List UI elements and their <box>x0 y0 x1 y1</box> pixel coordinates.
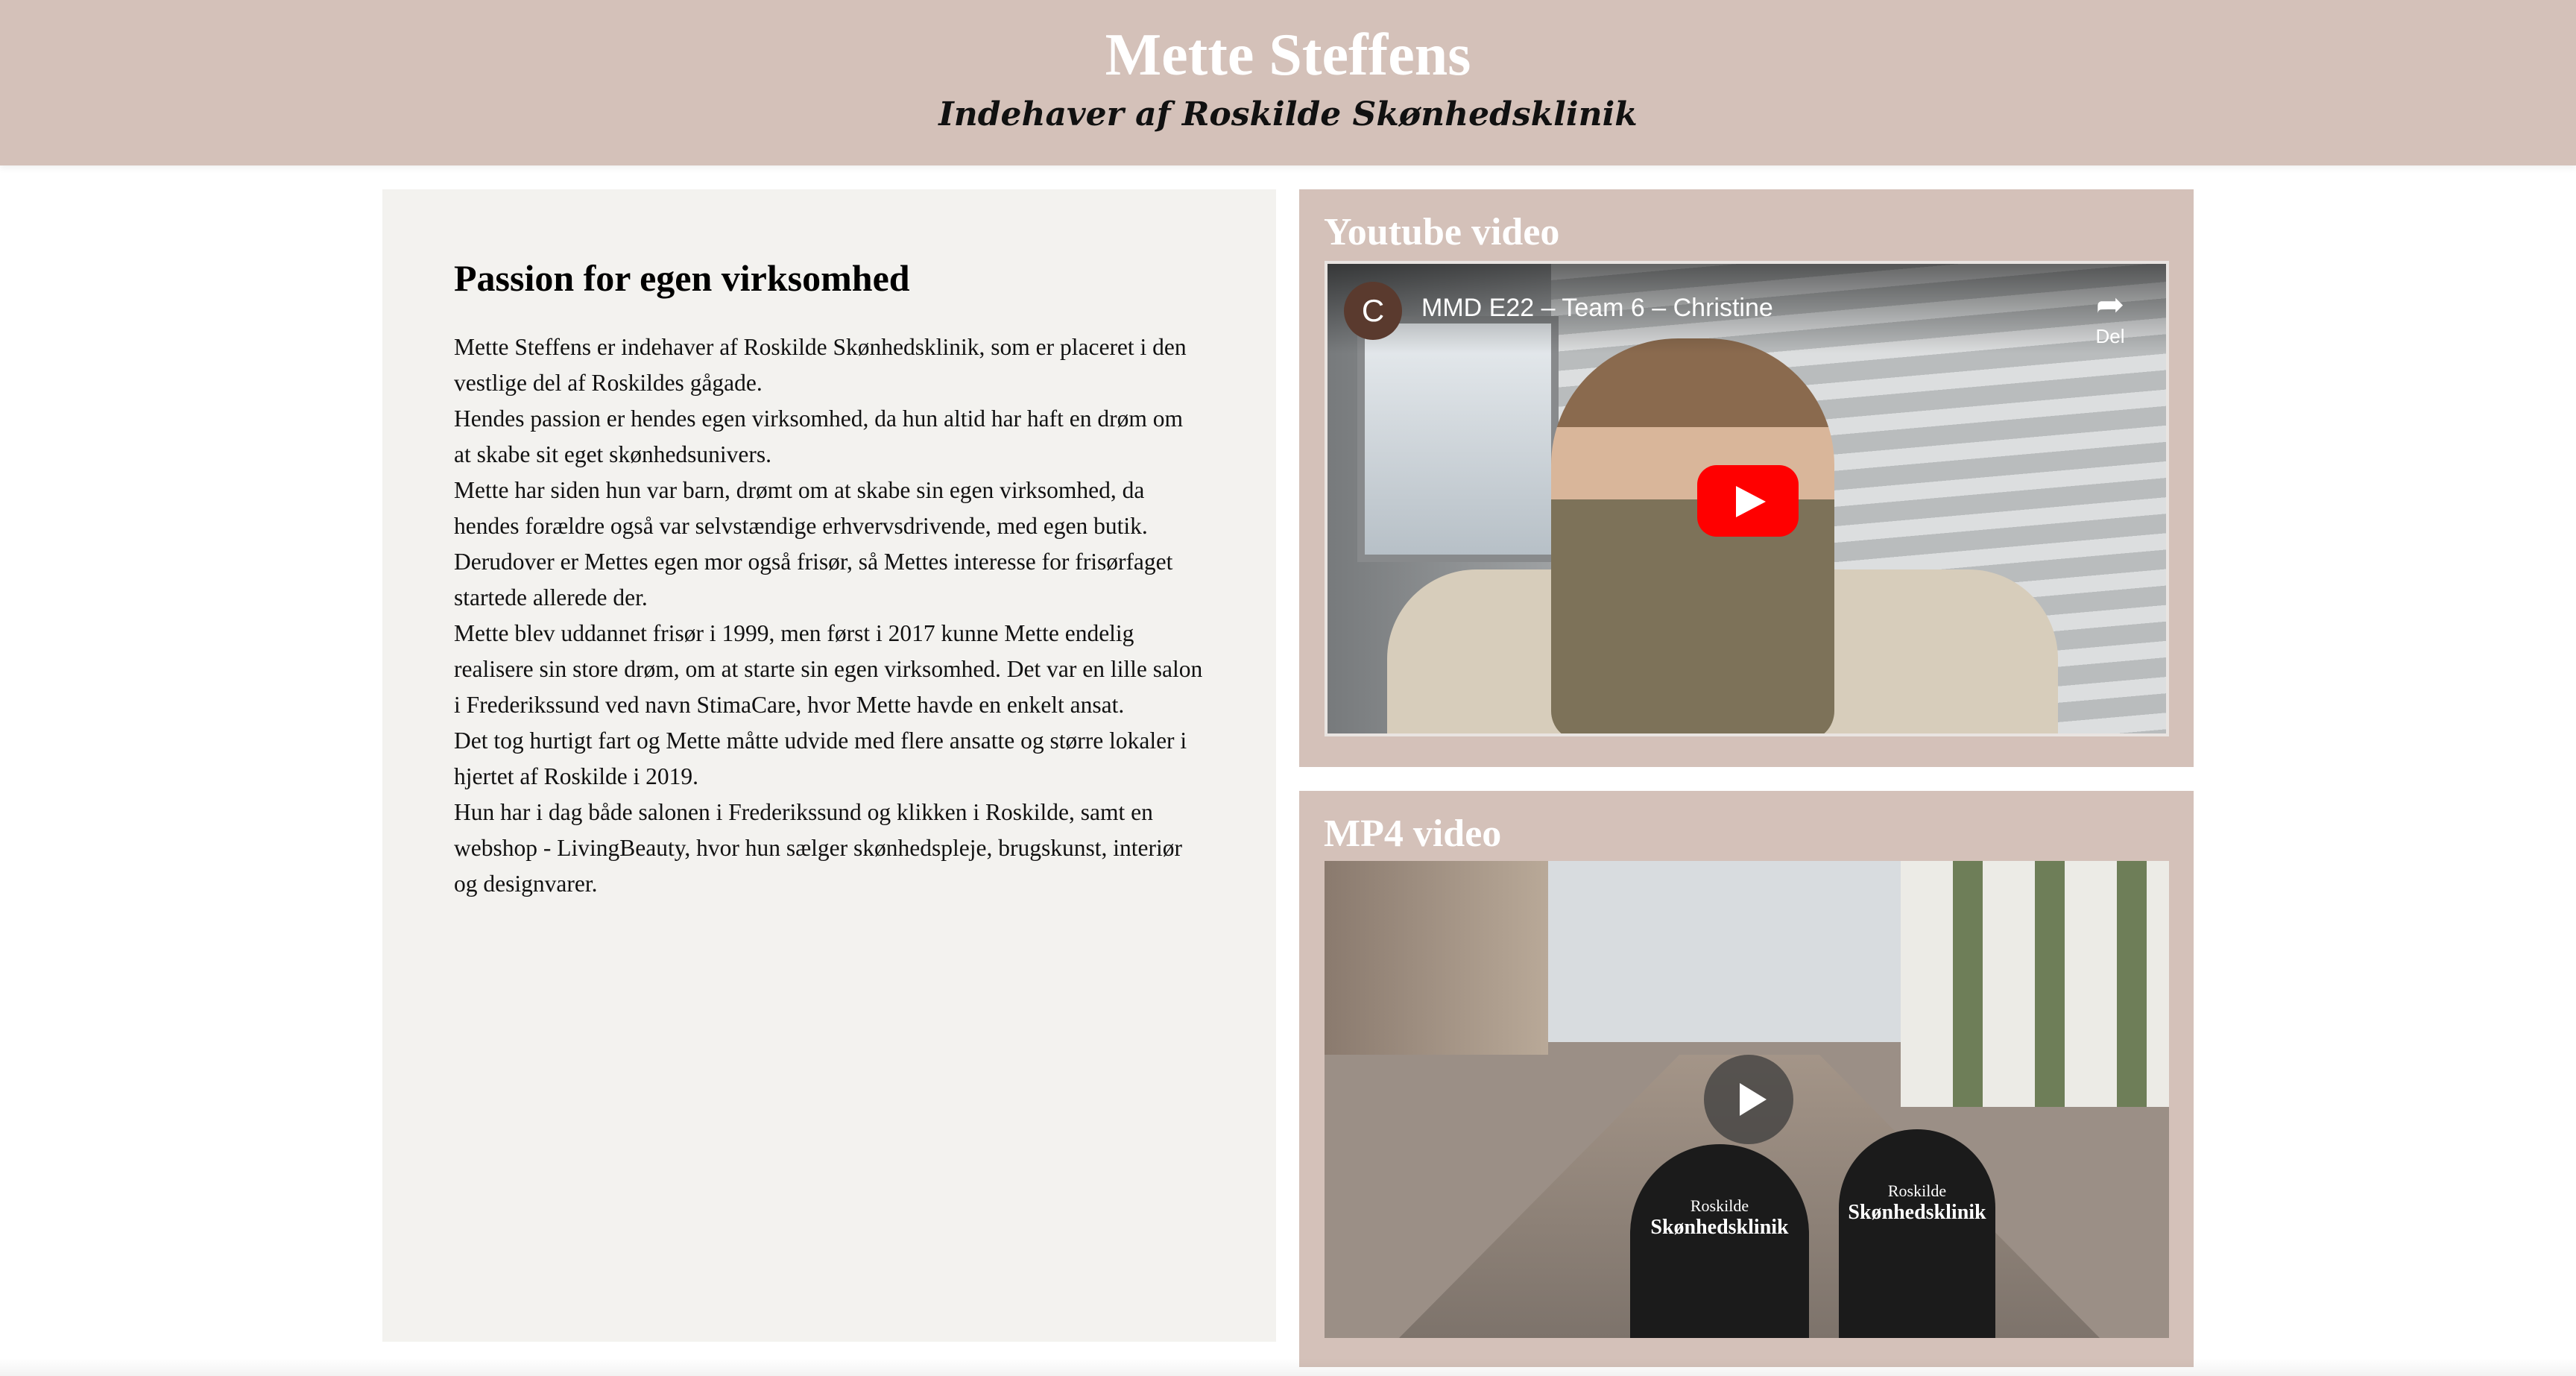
youtube-section-title: Youtube video <box>1324 211 1560 253</box>
poster-building-left <box>1325 861 1548 1055</box>
page-title: Mette Steffens <box>1105 22 1471 88</box>
mp4-player[interactable]: Roskilde Skønhedsklinik Roskilde Skønhed… <box>1325 861 2169 1338</box>
page-subtitle: Indehaver af Roskilde Skønhedsklinik <box>938 95 1638 133</box>
about-paragraph: Mette har siden hun var barn, drømt om a… <box>454 477 1148 539</box>
about-paragraph: Hendes passion er hendes egen virksomhed… <box>454 405 1183 467</box>
sign-line-2: Skønhedsklinik <box>1848 1201 1986 1224</box>
poster-building-right <box>1901 861 2169 1107</box>
page-bottom-shadow <box>0 1358 2576 1376</box>
sign-line-2: Skønhedsklinik <box>1650 1216 1789 1239</box>
about-panel: Passion for egen virksomhed Mette Steffe… <box>382 189 1276 1342</box>
about-paragraph: Det tog hurtigt fart og Mette måtte udvi… <box>454 728 1187 789</box>
share-label: Del <box>2095 325 2125 347</box>
poster-sign: Roskilde Skønhedsklinik <box>1839 1129 1995 1338</box>
about-paragraph: Mette Steffens er indehaver af Roskilde … <box>454 334 1187 396</box>
youtube-play-icon[interactable] <box>1697 465 1799 537</box>
about-heading: Passion for egen virksomhed <box>454 257 910 299</box>
play-icon[interactable] <box>1704 1055 1793 1144</box>
thumbnail-person <box>1551 338 1834 733</box>
mp4-section-title: MP4 video <box>1324 812 1502 855</box>
youtube-player[interactable]: C MMD E22 – Team 6 – Christine ➦ Del <box>1325 261 2169 736</box>
sign-line-1: Roskilde <box>1690 1196 1749 1215</box>
about-paragraph: Mette blev uddannet frisør i 1999, men f… <box>454 620 1203 718</box>
share-arrow-icon: ➦ <box>2095 285 2125 324</box>
youtube-video-title[interactable]: MMD E22 – Team 6 – Christine <box>1421 294 1773 323</box>
about-paragraph: Derudover er Mettes egen mor også frisør… <box>454 549 1173 610</box>
about-paragraph: Hun har i dag både salonen i Frederikssu… <box>454 799 1182 897</box>
sign-line-1: Roskilde <box>1887 1181 1947 1200</box>
mp4-section: MP4 video Roskilde Skønhedsklinik Roskil… <box>1299 791 2194 1367</box>
share-button[interactable]: ➦ Del <box>2084 283 2136 348</box>
page-header: Mette Steffens Indehaver af Roskilde Skø… <box>0 0 2576 165</box>
channel-avatar[interactable]: C <box>1344 282 1402 340</box>
youtube-section: Youtube video C MMD E22 – Team 6 – Chris… <box>1299 189 2194 767</box>
poster-sign: Roskilde Skønhedsklinik <box>1630 1144 1809 1338</box>
